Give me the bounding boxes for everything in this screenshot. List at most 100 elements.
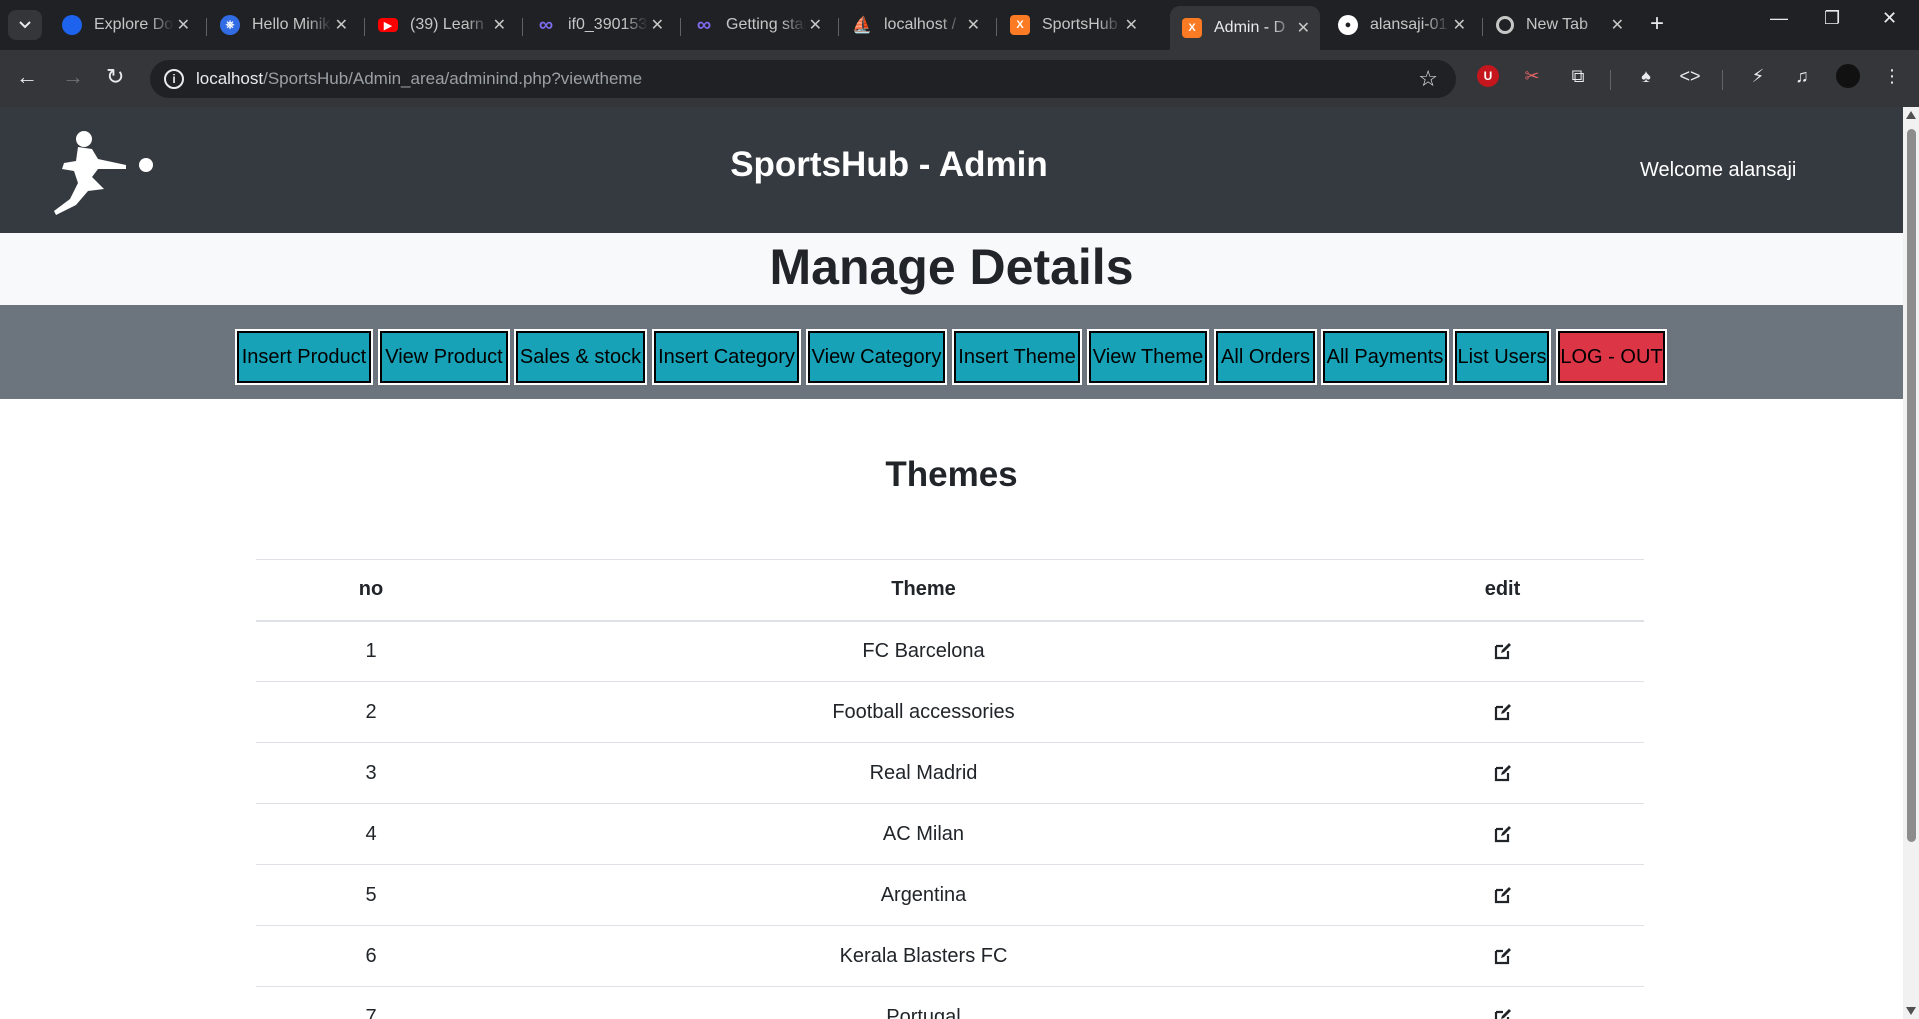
tab-divider bbox=[680, 18, 681, 36]
new-tab-icon[interactable]: + bbox=[1650, 10, 1664, 38]
edit-cell bbox=[1361, 681, 1644, 743]
browser-tab[interactable]: ▶ (39) Learn ✕ bbox=[366, 9, 516, 41]
theme-name: Portugal bbox=[486, 986, 1361, 1019]
tab-divider bbox=[522, 18, 523, 36]
theme-no: 3 bbox=[256, 742, 486, 804]
tab-close-icon[interactable]: ✕ bbox=[1611, 15, 1624, 35]
extension-icon[interactable]: ✂ bbox=[1520, 64, 1544, 88]
table-row: 6 Kerala Blasters FC bbox=[256, 925, 1644, 987]
edit-icon[interactable] bbox=[1493, 641, 1513, 661]
browser-tab[interactable]: New Tab ✕ bbox=[1484, 9, 1634, 41]
browser-tab[interactable]: X SportsHub ✕ bbox=[998, 9, 1148, 41]
ublock-icon[interactable]: U bbox=[1476, 64, 1500, 88]
browser-tab[interactable]: ⎈ Hello Minikube ✕ bbox=[208, 9, 358, 41]
table-row: 5 Argentina bbox=[256, 864, 1644, 926]
tab-close-icon[interactable]: ✕ bbox=[651, 15, 664, 35]
incognito-icon[interactable]: ♠ bbox=[1634, 64, 1658, 88]
theme-name: FC Barcelona bbox=[486, 620, 1361, 682]
page-viewport: SportsHub - Admin Welcome alansaji Manag… bbox=[0, 107, 1903, 1019]
browser-tab[interactable]: ● alansaji-01 ✕ bbox=[1326, 9, 1476, 41]
logout-button[interactable]: LOG - OUT bbox=[1556, 329, 1667, 385]
edit-cell bbox=[1361, 803, 1644, 865]
tab-divider bbox=[364, 18, 365, 36]
restore-icon[interactable]: ❐ bbox=[1824, 8, 1840, 29]
scroll-down-arrow-icon[interactable] bbox=[1906, 1007, 1916, 1015]
browser-tab[interactable]: ∞ if0_390153 ✕ bbox=[524, 9, 674, 41]
minimize-icon[interactable]: — bbox=[1770, 8, 1788, 29]
infinityfree-icon: ∞ bbox=[696, 13, 712, 36]
all-payments-button[interactable]: All Payments bbox=[1321, 329, 1449, 385]
performance-icon[interactable]: ⚡ bbox=[1746, 64, 1770, 88]
browser-tab[interactable]: ⛵ localhost / ✕ bbox=[840, 9, 990, 41]
tab-close-icon[interactable]: ✕ bbox=[1453, 15, 1466, 35]
edit-icon[interactable] bbox=[1493, 946, 1513, 966]
toolbar-divider bbox=[1610, 70, 1611, 90]
forward-arrow-icon[interactable]: → bbox=[62, 64, 84, 90]
tab-close-icon[interactable]: ✕ bbox=[493, 15, 506, 35]
themes-heading: Themes bbox=[885, 455, 1018, 494]
tab-close-icon[interactable]: ✕ bbox=[809, 15, 822, 35]
browser-tab[interactable]: ∞ Getting started ✕ bbox=[682, 9, 832, 41]
theme-name: Argentina bbox=[486, 864, 1361, 926]
chrome-menu-icon[interactable]: ⋮ bbox=[1880, 64, 1904, 88]
tab-divider bbox=[996, 18, 997, 36]
tab-close-icon[interactable]: ✕ bbox=[1125, 15, 1138, 35]
code-icon[interactable]: <> bbox=[1678, 64, 1702, 88]
column-header-edit: edit bbox=[1361, 559, 1644, 622]
browser-tab-active[interactable]: X Admin - D ✕ bbox=[1170, 6, 1320, 50]
edit-icon[interactable] bbox=[1493, 885, 1513, 905]
insert-category-button[interactable]: Insert Category bbox=[652, 329, 801, 385]
scrollbar-thumb[interactable] bbox=[1907, 129, 1916, 842]
all-orders-button[interactable]: All Orders bbox=[1214, 329, 1317, 385]
theme-name: AC Milan bbox=[486, 803, 1361, 865]
url-text[interactable]: localhost/SportsHub/Admin_area/adminind.… bbox=[196, 69, 642, 89]
reload-icon[interactable]: ↻ bbox=[106, 64, 124, 90]
view-theme-button[interactable]: View Theme bbox=[1087, 329, 1209, 385]
column-header-no: no bbox=[256, 559, 486, 622]
extensions-puzzle-icon[interactable]: ⧉ bbox=[1566, 64, 1590, 88]
tab-close-icon[interactable]: ✕ bbox=[177, 15, 190, 35]
view-category-button[interactable]: View Category bbox=[806, 329, 947, 385]
edit-cell bbox=[1361, 620, 1644, 682]
edit-cell bbox=[1361, 986, 1644, 1019]
scroll-up-arrow-icon[interactable] bbox=[1906, 111, 1916, 119]
view-product-button[interactable]: View Product bbox=[378, 329, 510, 385]
list-users-button[interactable]: List Users bbox=[1453, 329, 1551, 385]
browser-toolbar: ← → ↻ i localhost/SportsHub/Admin_area/a… bbox=[0, 50, 1919, 107]
theme-no: 7 bbox=[256, 986, 486, 1019]
sales-stock-button[interactable]: Sales & stock bbox=[514, 329, 647, 385]
column-header-theme: Theme bbox=[486, 559, 1361, 622]
kubernetes-icon: ⎈ bbox=[220, 15, 240, 35]
edit-icon[interactable] bbox=[1493, 763, 1513, 783]
phpmyadmin-icon: ⛵ bbox=[852, 17, 872, 34]
theme-no: 5 bbox=[256, 864, 486, 926]
insert-theme-button[interactable]: Insert Theme bbox=[952, 329, 1082, 385]
tab-search-button[interactable] bbox=[8, 10, 42, 40]
window-close-icon[interactable]: ✕ bbox=[1882, 8, 1897, 29]
edit-cell bbox=[1361, 925, 1644, 987]
theme-no: 2 bbox=[256, 681, 486, 743]
back-arrow-icon[interactable]: ← bbox=[16, 64, 38, 90]
admin-nav-bar: Insert Product View Product Sales & stoc… bbox=[0, 305, 1903, 399]
edit-cell bbox=[1361, 864, 1644, 926]
theme-no: 4 bbox=[256, 803, 486, 865]
tab-close-icon[interactable]: ✕ bbox=[967, 15, 980, 35]
site-info-icon[interactable]: i bbox=[164, 69, 184, 89]
manage-details-bar: Manage Details bbox=[0, 233, 1903, 305]
edit-icon[interactable] bbox=[1493, 824, 1513, 844]
tab-close-icon[interactable]: ✕ bbox=[335, 15, 348, 35]
insert-product-button[interactable]: Insert Product bbox=[235, 329, 373, 385]
edit-icon[interactable] bbox=[1493, 1007, 1513, 1019]
bookmark-star-icon[interactable]: ☆ bbox=[1418, 66, 1438, 92]
edit-icon[interactable] bbox=[1493, 702, 1513, 722]
browser-tab[interactable]: Explore Docker ✕ bbox=[50, 9, 200, 41]
tab-close-icon[interactable]: ✕ bbox=[1297, 18, 1310, 38]
theme-no: 6 bbox=[256, 925, 486, 987]
table-row: 1 FC Barcelona bbox=[256, 620, 1644, 682]
address-bar[interactable]: i localhost/SportsHub/Admin_area/adminin… bbox=[150, 60, 1456, 98]
profile-avatar[interactable] bbox=[1836, 64, 1860, 88]
page-scrollbar[interactable] bbox=[1903, 107, 1919, 1019]
xampp-icon: X bbox=[1182, 18, 1202, 38]
media-control-icon[interactable]: ♫ bbox=[1790, 64, 1814, 88]
theme-no: 1 bbox=[256, 620, 486, 682]
